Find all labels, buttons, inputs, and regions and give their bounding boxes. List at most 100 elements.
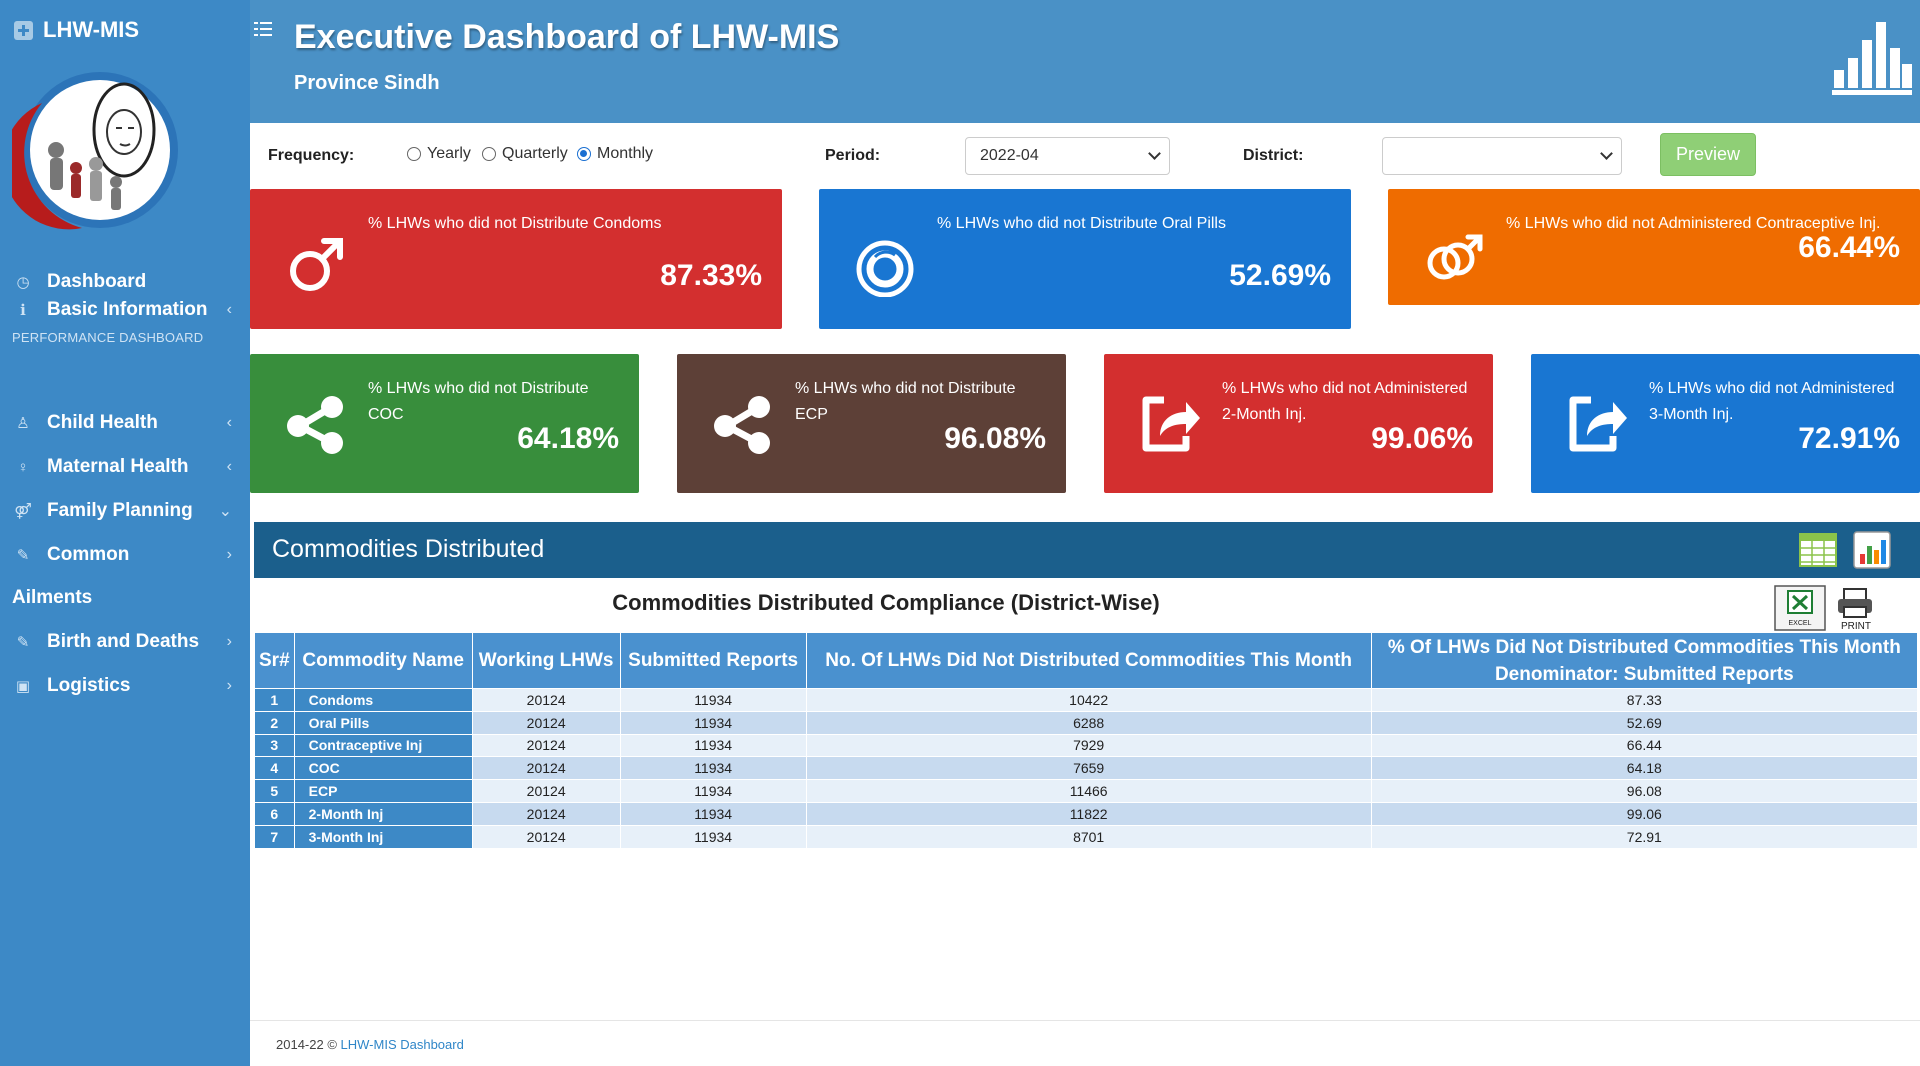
chevron-down-icon: ⌄ bbox=[218, 503, 232, 520]
district-select[interactable] bbox=[1382, 137, 1622, 175]
cell-sr: 4 bbox=[254, 756, 295, 781]
cell-not-distributed-count: 7659 bbox=[805, 756, 1372, 781]
chevron-left-icon: ‹ bbox=[226, 414, 232, 431]
card-label: % LHWs who did not Distribute Condoms bbox=[368, 215, 662, 232]
col-commodity-name: Commodity Name bbox=[293, 632, 473, 689]
brand-name: LHW-MIS bbox=[43, 17, 140, 42]
card-label: % LHWs who did not Administered 2-Month … bbox=[1222, 380, 1468, 423]
cell-commodity-name: 3-Month Inj bbox=[293, 824, 473, 849]
col-not-distributed-count: No. Of LHWs Did Not Distributed Commodit… bbox=[805, 632, 1372, 689]
card-3-month-inj[interactable]: % LHWs who did not Administered 3-Month … bbox=[1531, 354, 1920, 493]
card-coc[interactable]: % LHWs who did not Distribute COC 64.18% bbox=[250, 354, 639, 493]
cell-sr: 1 bbox=[254, 688, 295, 712]
sidebar-item-common[interactable]: ✎ Common › bbox=[0, 538, 250, 572]
radio-yearly[interactable]: Yearly bbox=[407, 145, 471, 163]
print-icon[interactable]: PRINT bbox=[1830, 585, 1882, 631]
card-value: 64.18% bbox=[517, 422, 619, 455]
footer-copyright: 2014-22 © bbox=[276, 1037, 341, 1052]
chart-view-icon[interactable] bbox=[1852, 530, 1892, 570]
card-label: % LHWs who did not Distribute ECP bbox=[795, 380, 1016, 423]
medical-cross-icon bbox=[14, 20, 33, 40]
cell-working-lhws: 20124 bbox=[471, 779, 621, 803]
sidebar-item-label: Family Planning bbox=[47, 500, 193, 521]
cell-sr: 5 bbox=[254, 779, 295, 803]
share-arrow-icon bbox=[1569, 396, 1627, 452]
sidebar-item-label: Maternal Health bbox=[47, 456, 189, 477]
venus-mars-icon: ⚤ bbox=[14, 503, 32, 520]
cell-working-lhws: 20124 bbox=[471, 756, 621, 781]
radio-quarterly[interactable]: Quarterly bbox=[482, 145, 568, 163]
cell-not-distributed-percent: 72.91 bbox=[1370, 824, 1919, 849]
cell-not-distributed-percent: 66.44 bbox=[1370, 733, 1919, 758]
cell-sr: 2 bbox=[254, 710, 295, 735]
chevron-down-icon bbox=[1148, 147, 1161, 160]
card-oral-pills[interactable]: % LHWs who did not Distribute Oral Pills… bbox=[819, 189, 1351, 329]
pill-icon: ✎ bbox=[16, 547, 30, 564]
sidebar-item-logistics[interactable]: ▣ Logistics › bbox=[0, 669, 250, 703]
col-sr: Sr# bbox=[254, 632, 295, 689]
cell-not-distributed-count: 11466 bbox=[805, 779, 1372, 803]
page-title: Executive Dashboard of LHW-MIS bbox=[294, 18, 840, 56]
card-contraceptive-inj[interactable]: % LHWs who did not Administered Contrace… bbox=[1388, 189, 1920, 305]
cell-not-distributed-count: 6288 bbox=[805, 710, 1372, 735]
sidebar-item-family-planning[interactable]: ⚤ Family Planning ⌄ bbox=[0, 494, 250, 528]
menu-toggle-icon[interactable] bbox=[254, 22, 272, 36]
sidebar-item-birth-and-deaths[interactable]: ✎ Birth and Deaths › bbox=[0, 625, 250, 659]
filter-bar: Frequency: Yearly Quarterly Monthly Peri… bbox=[250, 123, 1920, 185]
card-2-month-inj[interactable]: % LHWs who did not Administered 2-Month … bbox=[1104, 354, 1493, 493]
sidebar-section-header: PERFORMANCE DASHBOARD bbox=[12, 330, 204, 345]
share-arrow-icon bbox=[1142, 396, 1200, 452]
card-condoms[interactable]: % LHWs who did not Distribute Condoms 87… bbox=[250, 189, 782, 329]
cell-submitted-reports: 11934 bbox=[619, 733, 807, 758]
radio-label: Monthly bbox=[597, 145, 654, 162]
sidebar-item-ailments[interactable]: Ailments bbox=[0, 581, 250, 615]
chevron-down-icon bbox=[1600, 147, 1613, 160]
excel-export-icon[interactable]: EXCEL bbox=[1774, 585, 1826, 631]
footer-link[interactable]: LHW-MIS Dashboard bbox=[341, 1037, 464, 1052]
lhw-logo bbox=[12, 72, 178, 230]
panel-title: Commodities Distributed bbox=[272, 535, 545, 563]
period-value: 2022-04 bbox=[980, 147, 1039, 164]
sidebar-item-label: Logistics bbox=[47, 675, 131, 696]
period-label: Period: bbox=[825, 147, 881, 164]
sidebar-item-basic-information[interactable]: ℹ Basic Information ‹ bbox=[0, 293, 250, 327]
cell-working-lhws: 20124 bbox=[471, 801, 621, 826]
cell-submitted-reports: 11934 bbox=[619, 756, 807, 781]
cell-not-distributed-count: 8701 bbox=[805, 824, 1372, 849]
table-row: 2 Oral Pills 20124 11934 6288 52.69 bbox=[254, 710, 1919, 735]
table-row: 7 3-Month Inj 20124 11934 8701 72.91 bbox=[254, 824, 1919, 849]
sidebar-item-maternal-health[interactable]: ♀ Maternal Health ‹ bbox=[0, 450, 250, 484]
cell-sr: 3 bbox=[254, 733, 295, 758]
sidebar-item-child-health[interactable]: ♙ Child Health ‹ bbox=[0, 406, 250, 440]
chevron-right-icon: › bbox=[226, 546, 232, 563]
footer: 2014-22 © LHW-MIS Dashboard bbox=[250, 1020, 1920, 1066]
svg-text:EXCEL: EXCEL bbox=[1789, 620, 1812, 627]
card-ecp[interactable]: % LHWs who did not Distribute ECP 96.08% bbox=[677, 354, 1066, 493]
info-icon: ℹ bbox=[20, 302, 26, 319]
commodities-panel-header: Commodities Distributed bbox=[254, 522, 1920, 578]
table-row: 3 Contraceptive Inj 20124 11934 7929 66.44 bbox=[254, 733, 1919, 758]
female-icon: ♀ bbox=[17, 458, 29, 476]
col-percent-denominator: Denominator: Submitted Reports bbox=[1494, 663, 1794, 685]
cell-not-distributed-percent: 96.08 bbox=[1370, 779, 1919, 803]
radio-label: Yearly bbox=[427, 145, 471, 162]
col-not-distributed-percent: % Of LHWs Did Not Distributed Commoditie… bbox=[1370, 632, 1919, 689]
cell-commodity-name: Condoms bbox=[293, 688, 473, 712]
table-view-icon[interactable] bbox=[1798, 530, 1838, 570]
preview-button[interactable]: Preview bbox=[1660, 133, 1756, 176]
cell-commodity-name: 2-Month Inj bbox=[293, 801, 473, 826]
bar-chart-logo-icon bbox=[1832, 22, 1912, 95]
radio-monthly[interactable]: Monthly bbox=[577, 145, 653, 163]
radio-circle-icon bbox=[482, 147, 496, 161]
cell-commodity-name: ECP bbox=[293, 779, 473, 803]
cell-submitted-reports: 11934 bbox=[619, 688, 807, 712]
table-row: 1 Condoms 20124 11934 10422 87.33 bbox=[254, 688, 1919, 712]
brand[interactable]: LHW-MIS bbox=[14, 17, 139, 43]
share-icon bbox=[714, 396, 770, 454]
svg-text:PRINT: PRINT bbox=[1841, 621, 1871, 631]
cell-working-lhws: 20124 bbox=[471, 733, 621, 758]
chevron-left-icon: ‹ bbox=[226, 301, 232, 318]
cell-submitted-reports: 11934 bbox=[619, 801, 807, 826]
period-select[interactable]: 2022-04 bbox=[965, 137, 1170, 175]
footer-text: 2014-22 © LHW-MIS Dashboard bbox=[276, 1037, 464, 1052]
